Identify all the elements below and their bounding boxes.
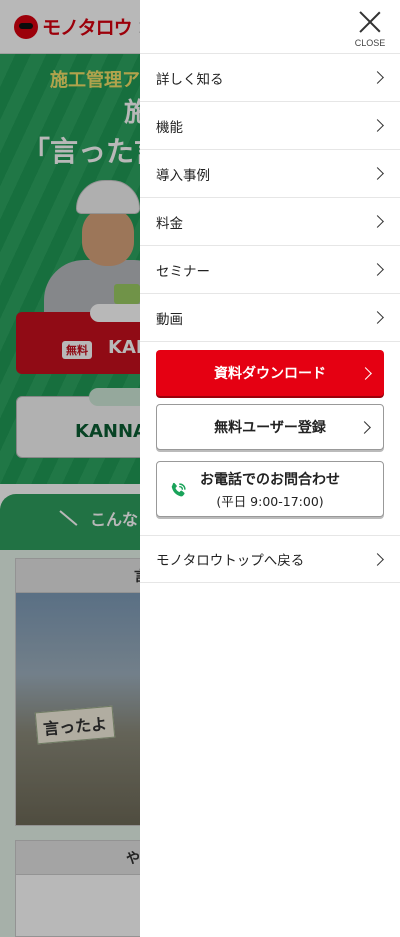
download-materials-button[interactable]: 資料ダウンロード bbox=[156, 350, 384, 396]
menu-item-video[interactable]: 動画 bbox=[140, 294, 400, 342]
phone-inquiry-hours: (平日 9:00-17:00) bbox=[216, 493, 324, 509]
close-label: CLOSE bbox=[354, 38, 386, 48]
menu-item-case-studies[interactable]: 導入事例 bbox=[140, 150, 400, 198]
free-register-button[interactable]: 無料ユーザー登録 bbox=[156, 404, 384, 450]
phone-icon bbox=[171, 482, 186, 497]
chevron-right-icon bbox=[371, 167, 384, 180]
download-materials-label: 資料ダウンロード bbox=[214, 366, 326, 382]
chevron-right-icon bbox=[359, 366, 372, 380]
menu-item-pricing[interactable]: 料金 bbox=[140, 198, 400, 246]
chevron-right-icon bbox=[371, 71, 384, 84]
phone-inquiry-title: お電話でのお問合わせ bbox=[200, 471, 340, 488]
close-icon bbox=[358, 10, 382, 34]
chevron-right-icon bbox=[371, 119, 384, 132]
phone-inquiry-button[interactable]: お電話でのお問合わせ (平日 9:00-17:00) bbox=[156, 461, 384, 517]
menu-item-details[interactable]: 詳しく知る bbox=[140, 54, 400, 102]
drawer-header: CLOSE bbox=[140, 0, 400, 54]
close-button[interactable]: CLOSE bbox=[352, 8, 388, 50]
chevron-right-icon bbox=[371, 215, 384, 228]
menu-item-features[interactable]: 機能 bbox=[140, 102, 400, 150]
back-to-monotaro-link[interactable]: モノタロウトップへ戻る bbox=[140, 535, 400, 583]
chevron-right-icon bbox=[371, 311, 384, 324]
chevron-right-icon bbox=[358, 420, 371, 434]
chevron-right-icon bbox=[371, 263, 384, 276]
navigation-drawer: CLOSE 詳しく知る 機能 導入事例 料金 セミナー 動画 資料ダウンロード … bbox=[140, 0, 400, 937]
menu-item-seminar[interactable]: セミナー bbox=[140, 246, 400, 294]
free-register-label: 無料ユーザー登録 bbox=[214, 420, 326, 436]
drawer-actions: 資料ダウンロード 無料ユーザー登録 お電話でのお問合わせ (平日 9:00-17… bbox=[140, 342, 400, 517]
chevron-right-icon bbox=[371, 552, 384, 566]
